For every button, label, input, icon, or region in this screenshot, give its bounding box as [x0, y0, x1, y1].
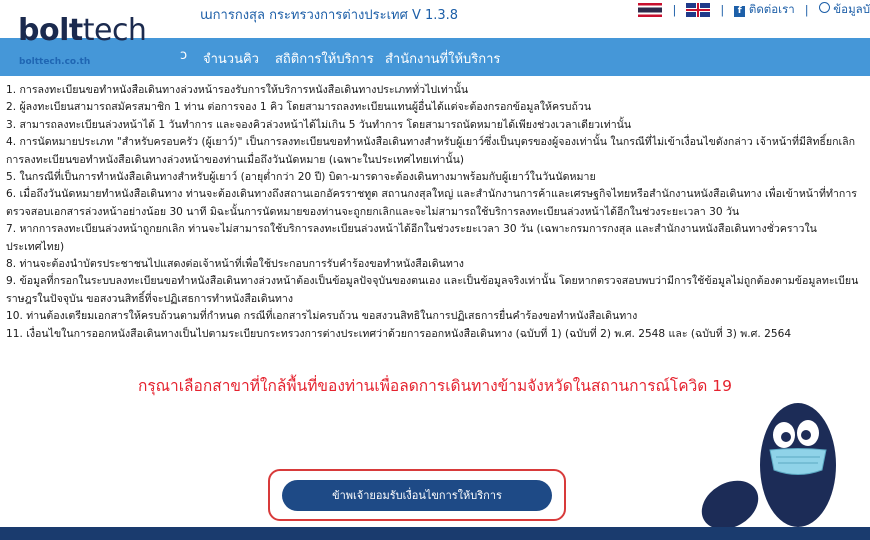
contact-label: ติดต่อเรา: [748, 2, 795, 16]
term-item: 9. ข้อมูลที่กรอกในระบบลงทะเบียนขอทำหนังส…: [6, 275, 859, 305]
bolttech-logo[interactable]: bolttech: [18, 16, 147, 46]
nav-item-partial[interactable]: ɔ: [180, 48, 187, 63]
top-right-links: | | f ติดต่อเรา | ข้อมูลบั: [638, 0, 870, 20]
uk-flag-icon[interactable]: [686, 3, 711, 17]
contact-link[interactable]: f ติดต่อเรา: [734, 1, 795, 19]
penguin-mascot-icon: [701, 403, 860, 540]
divider: |: [672, 3, 677, 17]
term-item: 6. เมื่อถึงวันนัดหมายทำหนังสือเดินทาง ท่…: [6, 188, 857, 218]
term-item: 7. หากการลงทะเบียนล่วงหน้าถูกยกเลิก ท่าน…: [6, 223, 817, 253]
account-link[interactable]: ข้อมูลบั: [818, 1, 870, 19]
face-mask: [769, 448, 827, 475]
thai-flag-icon[interactable]: [638, 3, 663, 17]
facebook-icon: f: [734, 6, 746, 17]
app-title: ɯการกงสุล กระทรวงการต่างประเทศ V 1.3.8: [200, 8, 459, 23]
term-item: 1. การลงทะเบียนขอทำหนังสือเดินทางล่วงหน้…: [6, 84, 469, 96]
term-item: 2. ผู้ลงทะเบียนสามารถสมัครสมาชิก 1 ท่าน …: [6, 101, 592, 114]
nav-item-statistics[interactable]: สถิติการให้บริการ: [275, 48, 374, 69]
term-item: 4. การนัดหมายประเภท "สำหรับครอบครัว (ผู้…: [6, 136, 856, 166]
accept-terms-button[interactable]: ข้าพเจ้ายอมรับเงื่อนไขการให้บริการ: [282, 480, 552, 511]
account-label: ข้อมูลบั: [833, 2, 870, 16]
logo-subtitle: bolttech.co.th: [19, 57, 91, 67]
term-item: 5. ในกรณีที่เป็นการทำหนังสือเดินทางสำหรั…: [6, 171, 596, 184]
divider: |: [804, 3, 809, 17]
divider: |: [720, 3, 725, 17]
term-item: 11. เงื่อนไขในการออกหนังสือเดินทางเป็นไป…: [6, 327, 792, 340]
term-item: 10. ท่านต้องเตรียมเอกสารให้ครบถ้วนตามที่…: [6, 310, 638, 323]
term-item: 3. สามารถลงทะเบียนล่วงหน้าได้ 1 วันทำการ…: [6, 118, 632, 131]
user-icon: [818, 2, 830, 13]
term-item: 8. ท่านจะต้องนำบัตรประชาชนไปแสดงต่อเจ้าห…: [6, 258, 464, 271]
nav-item-offices[interactable]: สำนักงานที่ให้บริการ: [385, 48, 500, 69]
nav-item-queue-count[interactable]: จำนวนคิว: [203, 48, 259, 69]
footer-bar: [0, 527, 870, 540]
terms-list: 1. การลงทะเบียนขอทำหนังสือเดินทางล่วงหน้…: [6, 82, 864, 343]
